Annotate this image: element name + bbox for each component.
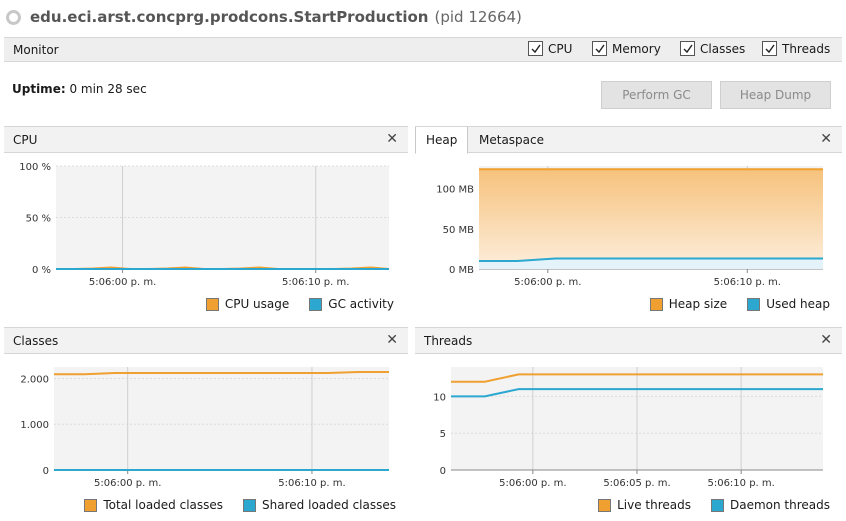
cpu-checkbox[interactable]: CPU xyxy=(528,41,572,56)
x-tick-label: 5:06:00 p. m. xyxy=(94,478,161,489)
check-icon xyxy=(762,41,777,56)
check-icon xyxy=(592,41,607,56)
tab-metaspace[interactable]: Metaspace xyxy=(469,127,554,154)
y-tick-label: 2.000 xyxy=(20,374,49,385)
cpu-panel-title: CPU xyxy=(13,133,38,147)
threads-chart: 10 5 0 5:06:00 p. m. 5:06:05 p. m. 5:06:10 p.… xyxy=(433,367,823,489)
threads-panel-header: Threads ✕ xyxy=(415,327,842,354)
heap-size-legend-label: Heap size xyxy=(668,297,728,311)
tab-heap[interactable]: Heap xyxy=(415,127,469,154)
x-tick-label: 5:06:10 p. m. xyxy=(714,277,781,288)
classes-legend: Total loaded classes Shared loaded class… xyxy=(84,498,396,512)
classes-panel: Classes ✕ 2.000 1.000 0 5:06:00 p. m. 5:06:1… xyxy=(4,327,408,519)
threads-panel-title: Threads xyxy=(424,334,473,348)
total-loaded-classes-legend-label: Total loaded classes xyxy=(103,498,224,512)
x-tick-label: 5:06:00 p. m. xyxy=(89,277,156,288)
shared-loaded-classes-legend-label: Shared loaded classes xyxy=(262,498,396,512)
gc-activity-swatch xyxy=(309,297,323,311)
process-name: edu.eci.arst.concprg.prodcons.StartProdu… xyxy=(30,8,429,26)
y-tick-label: 100 % xyxy=(19,162,51,173)
cpu-checkbox-label: CPU xyxy=(548,41,573,56)
y-tick-label: 5 xyxy=(440,429,446,440)
live-threads-swatch xyxy=(598,498,612,512)
y-tick-label: 50 % xyxy=(26,214,51,225)
heap-chart: 100 MB 50 MB 0 MB 5:06:00 p. m. 5:06:10 p. m… xyxy=(436,166,823,288)
heap-panel: Heap Metaspace ✕ 100 MB 50 MB 0 MB 5:06:00 … xyxy=(415,126,842,318)
daemon-threads-legend-label: Daemon threads xyxy=(729,498,830,512)
cpu-usage-swatch xyxy=(205,297,219,311)
close-icon[interactable]: ✕ xyxy=(386,131,398,147)
y-tick-label: 0 % xyxy=(32,265,51,276)
heap-dump-button[interactable]: Heap Dump xyxy=(720,81,831,109)
cpu-panel: CPU ✕ 100 % 50 % 0 % 5:06:00 p. m. 5:06:10 p… xyxy=(4,126,408,318)
close-icon[interactable]: ✕ xyxy=(820,332,832,348)
x-tick-label: 5:06:05 p. m. xyxy=(603,478,670,489)
y-tick-label: 50 MB xyxy=(443,225,475,236)
process-pid: (pid 12664) xyxy=(434,8,522,26)
x-tick-label: 5:06:10 p. m. xyxy=(278,478,345,489)
window-title: edu.eci.arst.concprg.prodcons.StartProdu… xyxy=(30,8,522,26)
close-icon[interactable]: ✕ xyxy=(820,131,832,147)
heap-legend: Heap size Used heap xyxy=(649,297,830,311)
uptime-value: 0 min 28 sec xyxy=(69,82,147,96)
y-tick-label: 1.000 xyxy=(20,420,49,431)
check-icon xyxy=(680,41,695,56)
used-heap-legend-label: Used heap xyxy=(766,297,830,311)
title-bar: edu.eci.arst.concprg.prodcons.StartProdu… xyxy=(0,0,846,36)
daemon-threads-swatch xyxy=(710,498,724,512)
classes-checkbox-label: Classes xyxy=(700,41,746,56)
x-tick-label: 5:06:00 p. m. xyxy=(499,478,566,489)
classes-checkbox[interactable]: Classes xyxy=(680,41,745,56)
app-status-icon xyxy=(6,10,21,25)
cpu-panel-header: CPU ✕ xyxy=(4,126,408,153)
threads-panel: Threads ✕ 10 5 0 5:06:00 p. m. 5:06:05 p. m.… xyxy=(415,327,842,519)
y-tick-label: 100 MB xyxy=(436,185,474,196)
classes-panel-title: Classes xyxy=(13,334,59,348)
live-threads-legend-label: Live threads xyxy=(617,498,691,512)
memory-checkbox[interactable]: Memory xyxy=(592,41,661,56)
classes-panel-header: Classes ✕ xyxy=(4,327,408,354)
heap-panel-header: Heap Metaspace ✕ xyxy=(415,126,842,154)
x-tick-label: 5:06:10 p. m. xyxy=(707,478,774,489)
heap-size-area xyxy=(479,169,823,269)
heap-size-swatch xyxy=(649,297,663,311)
cpu-usage-legend-label: CPU usage xyxy=(224,297,290,311)
monitor-label: Monitor xyxy=(13,43,59,57)
y-tick-label: 0 xyxy=(440,466,446,477)
memory-checkbox-label: Memory xyxy=(612,41,661,56)
uptime-label: Uptime: xyxy=(12,82,66,96)
used-heap-swatch xyxy=(747,297,761,311)
shared-loaded-classes-swatch xyxy=(243,498,257,512)
gc-activity-legend-label: GC activity xyxy=(328,297,394,311)
y-tick-label: 0 MB xyxy=(449,265,474,276)
threads-checkbox[interactable]: Threads xyxy=(762,41,830,56)
total-loaded-classes-swatch xyxy=(84,498,98,512)
close-icon[interactable]: ✕ xyxy=(386,332,398,348)
plot-area xyxy=(54,367,389,470)
cpu-legend: CPU usage GC activity xyxy=(205,297,394,311)
threads-checkbox-label: Threads xyxy=(782,41,831,56)
x-tick-label: 5:06:10 p. m. xyxy=(282,277,349,288)
y-tick-label: 0 xyxy=(43,466,49,477)
uptime: Uptime: 0 min 28 sec xyxy=(12,82,147,96)
x-tick-label: 5:06:00 p. m. xyxy=(514,277,581,288)
perform-gc-button[interactable]: Perform GC xyxy=(601,81,712,109)
y-tick-label: 10 xyxy=(433,392,446,403)
check-icon xyxy=(528,41,543,56)
classes-chart: 2.000 1.000 0 5:06:00 p. m. 5:06:10 p. m. xyxy=(20,367,389,489)
cpu-chart: 100 % 50 % 0 % 5:06:00 p. m. 5:06:10 p. m. xyxy=(19,162,390,288)
threads-legend: Live threads Daemon threads xyxy=(598,498,830,512)
monitor-bar: Monitor CPU Memory Classes Threads xyxy=(4,37,842,62)
